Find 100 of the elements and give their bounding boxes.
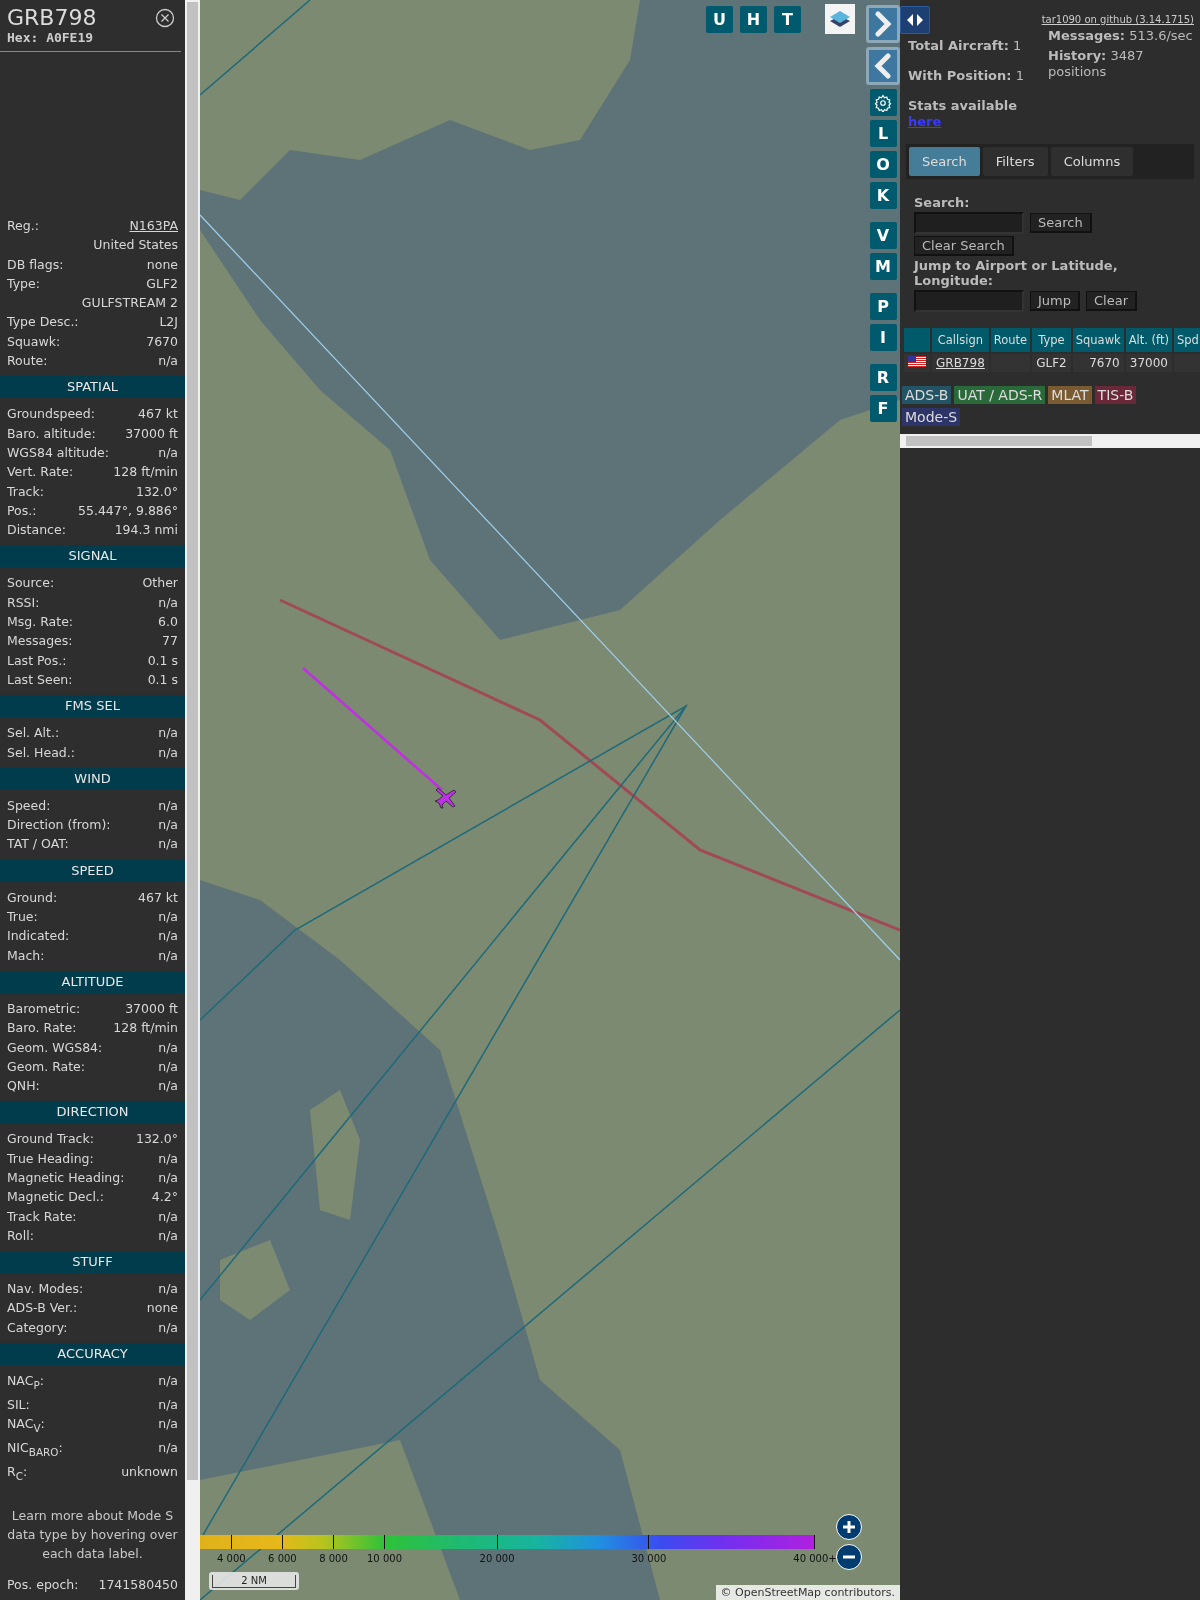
detail-value: 6.0: [158, 613, 178, 632]
detail-value: 77: [162, 632, 178, 651]
stat-text: Messages: 513.6/sec: [1048, 28, 1194, 44]
settings-button[interactable]: [869, 89, 897, 116]
column-header[interactable]: Type: [1032, 328, 1071, 352]
toggle-button[interactable]: M: [869, 253, 897, 280]
tab[interactable]: Filters: [982, 147, 1048, 176]
altitude-label: 30 000: [631, 1553, 667, 1564]
layers-button[interactable]: [825, 4, 855, 34]
next-button[interactable]: [866, 5, 900, 43]
toggle-button[interactable]: T: [774, 6, 801, 33]
detail-value: 0.1 s: [147, 670, 178, 689]
detail-value: 4.2°: [151, 1188, 178, 1207]
tab[interactable]: Columns: [1050, 147, 1134, 176]
close-icon[interactable]: [155, 8, 175, 28]
osm-link[interactable]: OpenStreetMap: [735, 1586, 822, 1599]
panel-toggle-button[interactable]: [900, 6, 930, 34]
detail-value: United States: [93, 236, 178, 255]
callsign-link[interactable]: GRB798: [936, 356, 985, 370]
detail-label: True:: [7, 908, 38, 926]
jump-button[interactable]: Jump: [1030, 291, 1080, 311]
altitude-label: 6 000: [268, 1553, 297, 1564]
column-header[interactable]: Callsign: [932, 328, 989, 352]
detail-label: Speed:: [7, 796, 51, 815]
toggle-button[interactable]: P: [869, 293, 897, 320]
plus-icon: [841, 1519, 857, 1535]
column-header[interactable]: Squawk: [1072, 328, 1124, 352]
search-field[interactable]: [914, 212, 1024, 234]
toggle-button[interactable]: V: [869, 222, 897, 249]
section-header: WIND: [0, 767, 185, 790]
section-header: DIRECTION: [0, 1101, 185, 1124]
scrollbar[interactable]: [185, 0, 200, 1600]
detail-value: n/a: [158, 1169, 178, 1187]
detail-label: Sel. Head.:: [7, 743, 75, 762]
clear-search-button[interactable]: Clear Search: [914, 236, 1014, 256]
stat-text: History: 3487 positions: [1048, 48, 1145, 80]
horizontal-scrollbar[interactable]: [900, 434, 1200, 448]
github-link[interactable]: tar1090 on github (3.14.1715): [1041, 14, 1194, 25]
detail-label: Last Seen:: [7, 670, 73, 689]
source-legend: Mode-S: [902, 408, 961, 426]
detail-value: n/a: [158, 796, 178, 815]
column-header: [904, 328, 930, 352]
section-header: STUFF: [0, 1251, 185, 1274]
detail-value: n/a: [158, 1077, 178, 1096]
detail-label: WGS84 altitude:: [7, 443, 110, 462]
field-label: Jump to Airport or Latitude, Longitude:: [914, 258, 1119, 288]
toggle-button[interactable]: H: [740, 6, 767, 33]
detail-value: n/a: [158, 443, 178, 462]
toggle-button[interactable]: O: [869, 151, 897, 178]
detail-label: TAT / OAT:: [7, 835, 69, 854]
search-button[interactable]: Search: [1030, 213, 1092, 233]
section-header: ALTITUDE: [0, 970, 185, 993]
toggle-button[interactable]: R: [869, 364, 897, 391]
detail-value: GULFSTREAM 2: [81, 294, 178, 313]
detail-value: unknown: [121, 1462, 178, 1481]
altitude-label: 4 000: [217, 1553, 246, 1564]
column-header[interactable]: Alt. (ft): [1125, 328, 1172, 352]
detail-value: 467 kt: [138, 888, 178, 907]
toggle-button[interactable]: F: [869, 395, 897, 422]
toggle-button[interactable]: L: [869, 120, 897, 147]
detail-label: True Heading:: [7, 1149, 94, 1168]
toggle-button[interactable]: K: [869, 182, 897, 209]
detail-label: NAC$_{P}$:: [7, 1372, 44, 1393]
detail-label: Roll:: [7, 1226, 34, 1245]
detail-value: n/a: [158, 1438, 178, 1457]
toggle-button[interactable]: U: [706, 6, 733, 33]
detail-label: Last Pos.:: [7, 651, 67, 670]
hex-code: Hex: A0FE19: [7, 30, 95, 45]
detail-value: none: [146, 255, 178, 274]
help-text: Learn more about Mode S data type by hovering over each data label.: [6, 1506, 179, 1563]
clear-button[interactable]: Clear: [1086, 291, 1137, 311]
column-header[interactable]: Spd.: [1173, 328, 1200, 352]
chevron-right-icon: [873, 11, 893, 37]
detail-value: n/a: [158, 1415, 178, 1434]
jump-field[interactable]: [914, 290, 1024, 312]
detail-value: 1741580450: [98, 1575, 178, 1594]
gear-icon: [874, 93, 892, 112]
detail-label: ADS-B Ver.:: [7, 1299, 78, 1318]
detail-value: n/a: [158, 352, 178, 371]
detail-label: Msg. Rate:: [7, 613, 74, 632]
detail-label: Track:: [7, 482, 44, 501]
column-header[interactable]: Route: [990, 328, 1031, 352]
detail-label: Mach:: [7, 946, 45, 965]
detail-value: 37000 ft: [125, 424, 178, 443]
detail-label: Direction (from):: [7, 816, 111, 835]
altitude-label: 40 000+: [793, 1553, 837, 1564]
detail-label: Squawk:: [7, 332, 61, 351]
detail-value: L2J: [159, 313, 178, 332]
detail-value: n/a: [158, 927, 178, 946]
detail-value: n/a: [158, 1280, 178, 1299]
source-legend: ADS-B: [902, 386, 952, 404]
previous-button[interactable]: [866, 47, 900, 85]
altitude-label: 10 000: [367, 1553, 402, 1564]
detail-value: n/a: [158, 593, 178, 612]
detail-label: Messages:: [7, 632, 73, 651]
detail-label: NIC$_{BARO}$:: [7, 1438, 63, 1460]
detail-label: Groundspeed:: [7, 405, 95, 424]
detail-value: n/a: [158, 816, 178, 835]
registration-link[interactable]: N163PA: [129, 216, 178, 236]
toggle-button[interactable]: I: [869, 324, 897, 351]
